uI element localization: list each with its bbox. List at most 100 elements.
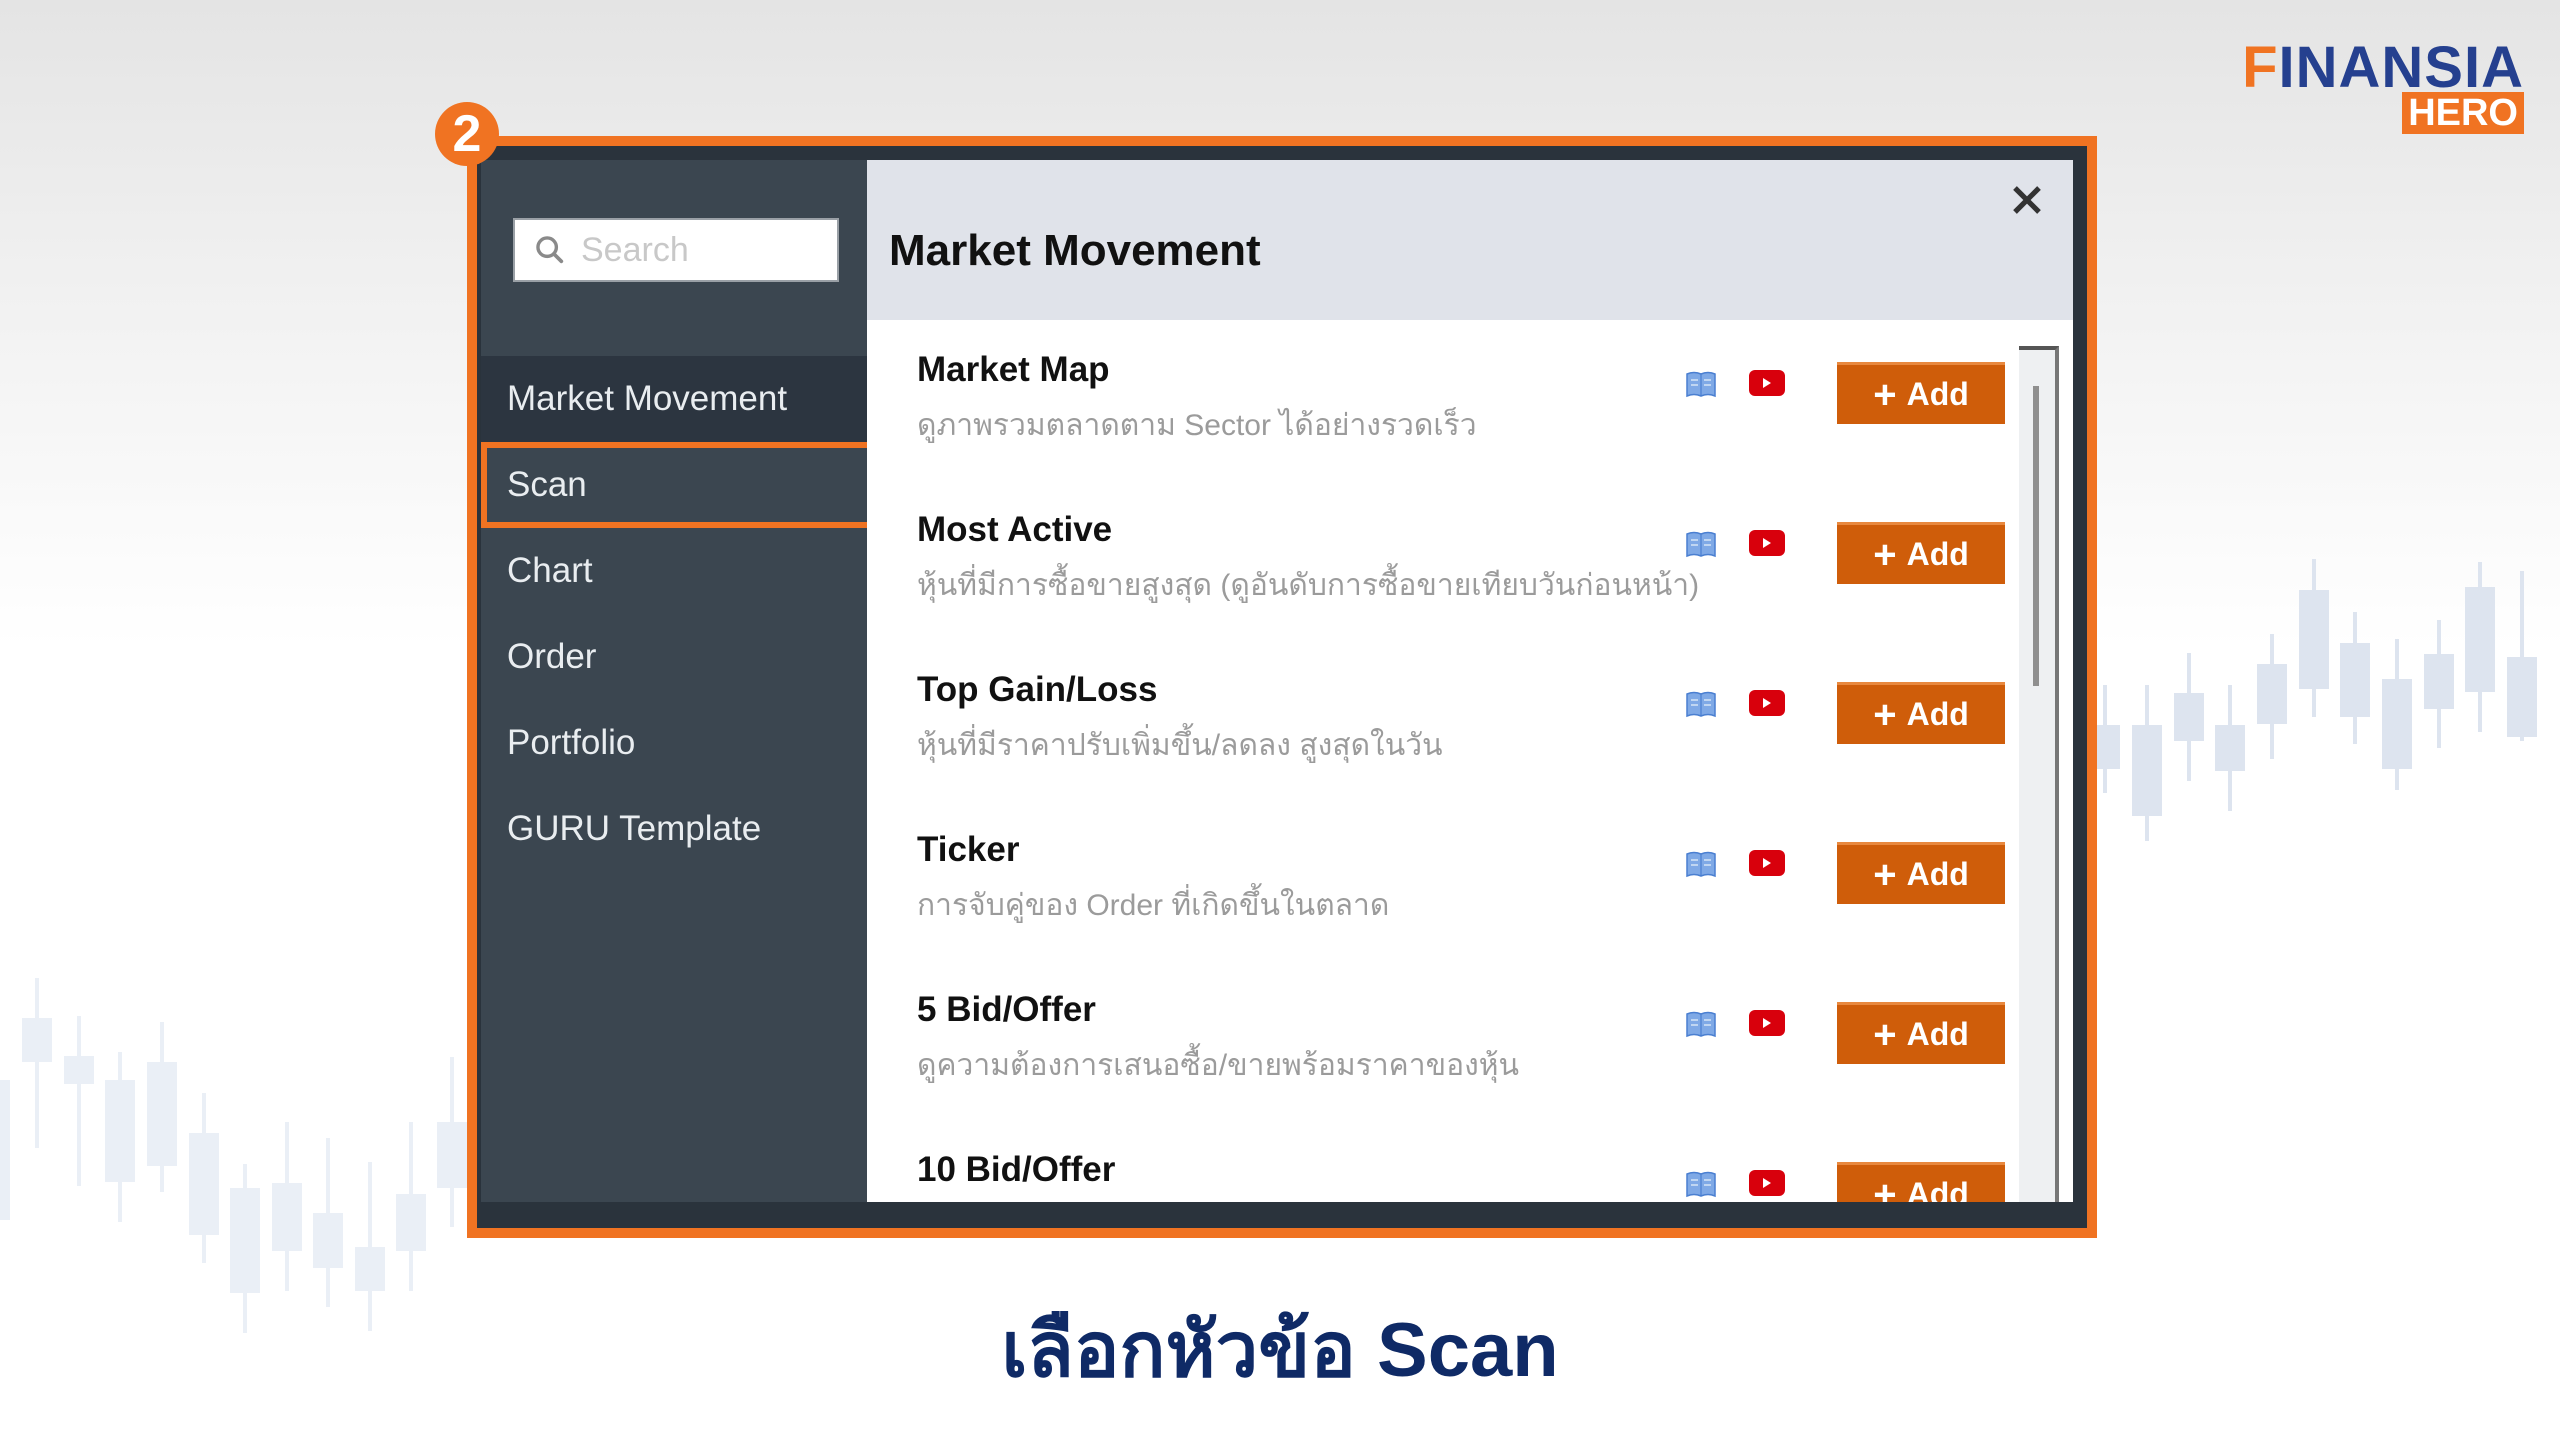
- sidebar-item-market-movement[interactable]: Market Movement: [481, 356, 867, 442]
- book-icon[interactable]: [1685, 370, 1717, 398]
- candle-body: [105, 1080, 135, 1182]
- scrollbar-thumb[interactable]: [2033, 386, 2039, 686]
- candle-wick: [160, 1022, 164, 1192]
- add-widget-button[interactable]: + Add: [1837, 1162, 2005, 1202]
- step-caption: เลือกหัวข้อ Scan: [1001, 1308, 1559, 1393]
- add-label: Add: [1906, 856, 1969, 892]
- panel-header: Market Movement: [867, 160, 2073, 320]
- plus-icon: +: [1873, 1012, 1897, 1057]
- widget-description: การจับคู่ของ Order ที่เกิดขึ้นในตลาด: [917, 889, 1390, 922]
- youtube-icon[interactable]: [1749, 530, 1785, 556]
- candle-body: [147, 1062, 177, 1166]
- widget-description: หุ้นที่มีการซื้อขายสูงสุด (ดูอันดับการซื…: [917, 569, 1700, 602]
- add-label: Add: [1906, 1176, 1969, 1202]
- candle-body: [313, 1213, 343, 1268]
- widget-name: Most Active: [917, 510, 1113, 549]
- candle-wick: [35, 978, 39, 1148]
- widget-description: หุ้นที่มีราคาปรับเพิ่มขึ้น/ลดลง สูงสุดใน…: [917, 729, 1443, 762]
- widget-name: Top Gain/Loss: [917, 670, 1158, 709]
- add-widget-button[interactable]: + Add: [1837, 1002, 2005, 1064]
- widget-name: 10 Bid/Offer: [917, 1150, 1116, 1189]
- decorative-candlesticks-right: [2090, 559, 2537, 841]
- widget-list-item: Most Active หุ้นที่มีการซื้อขายสูงสุด (ด…: [867, 480, 2013, 640]
- add-label: Add: [1906, 536, 1969, 572]
- candle-wick: [2395, 639, 2399, 790]
- add-label: Add: [1906, 696, 1969, 732]
- candle-wick: [326, 1138, 330, 1307]
- plus-icon: +: [1873, 1172, 1897, 1203]
- sidebar-item-scan[interactable]: Scan: [481, 442, 875, 528]
- youtube-icon[interactable]: [1749, 1010, 1785, 1036]
- candle-body: [2174, 693, 2204, 741]
- candle-body: [2465, 587, 2495, 692]
- list-scrollbar[interactable]: [2019, 346, 2059, 1202]
- sidebar-item-chart[interactable]: Chart: [481, 528, 867, 614]
- youtube-icon[interactable]: [1749, 1170, 1785, 1196]
- search-input[interactable]: [579, 229, 823, 271]
- candle-body: [22, 1018, 52, 1062]
- plus-icon: +: [1873, 692, 1897, 737]
- book-icon[interactable]: [1685, 850, 1717, 878]
- candle-wick: [2145, 685, 2149, 841]
- candle-body: [437, 1122, 467, 1188]
- logo-rest: INANSIA: [2278, 35, 2524, 100]
- sidebar-item-portfolio[interactable]: Portfolio: [481, 700, 867, 786]
- candle-body: [0, 1080, 10, 1220]
- logo-wordmark: FINANSIA: [2242, 36, 2524, 100]
- add-label: Add: [1906, 376, 1969, 412]
- widget-list-item: Ticker การจับคู่ของ Order ที่เกิดขึ้นในต…: [867, 800, 2013, 960]
- finansia-hero-logo: FINANSIA HERO: [2242, 36, 2524, 136]
- add-label: Add: [1906, 1016, 1969, 1052]
- candle-body: [230, 1188, 260, 1293]
- candle-body: [2382, 679, 2412, 769]
- sidebar-item-guru-template[interactable]: GURU Template: [481, 786, 867, 872]
- add-widget-button[interactable]: + Add: [1837, 842, 2005, 904]
- add-widget-button[interactable]: + Add: [1837, 522, 2005, 584]
- youtube-icon[interactable]: [1749, 370, 1785, 396]
- candle-body: [2132, 725, 2162, 816]
- candle-body: [2424, 654, 2454, 709]
- candle-wick: [2228, 685, 2232, 811]
- widget-description: ดูภาพรวมตลาดตาม Sector ได้อย่างรวดเร็ว: [917, 409, 1477, 442]
- highlight-frame: Market Movement Scan Chart Order Portfol…: [467, 136, 2097, 1238]
- widget-list-item: Top Gain/Loss หุ้นที่มีราคาปรับเพิ่มขึ้น…: [867, 640, 2013, 800]
- candle-body: [64, 1056, 94, 1084]
- plus-icon: +: [1873, 532, 1897, 577]
- youtube-icon[interactable]: [1749, 690, 1785, 716]
- candle-body: [2340, 643, 2370, 717]
- plus-icon: +: [1873, 372, 1897, 417]
- dialog-body: Market Movement Scan Chart Order Portfol…: [481, 160, 2073, 1202]
- candle-wick: [2187, 653, 2191, 781]
- youtube-icon[interactable]: [1749, 850, 1785, 876]
- candle-wick: [2520, 571, 2524, 741]
- candle-wick: [118, 1052, 122, 1222]
- candle-body: [2299, 590, 2329, 689]
- widget-list-panel: Market Movement Market Map ดูภาพรวมตลาดต…: [867, 160, 2073, 1202]
- candle-body: [355, 1247, 385, 1291]
- candle-body: [2215, 725, 2245, 771]
- widget-name: 5 Bid/Offer: [917, 990, 1096, 1029]
- widget-name: Market Map: [917, 350, 1110, 389]
- logo-f: F: [2242, 35, 2279, 100]
- search-field[interactable]: [513, 218, 839, 282]
- widget-list-item: Market Map ดูภาพรวมตลาดตาม Sector ได้อย่…: [867, 320, 2013, 480]
- candle-wick: [450, 1057, 454, 1227]
- panel-title: Market Movement: [889, 226, 1261, 275]
- book-icon[interactable]: [1685, 1010, 1717, 1038]
- book-icon[interactable]: [1685, 690, 1717, 718]
- candle-wick: [202, 1093, 206, 1263]
- candle-wick: [2103, 685, 2107, 793]
- category-list: Market Movement Scan Chart Order Portfol…: [481, 356, 875, 872]
- search-icon: [536, 236, 564, 264]
- book-icon[interactable]: [1685, 1170, 1717, 1198]
- candle-wick: [285, 1122, 289, 1291]
- sidebar-item-order[interactable]: Order: [481, 614, 867, 700]
- add-widget-button[interactable]: + Add: [1837, 362, 2005, 424]
- book-icon[interactable]: [1685, 530, 1717, 558]
- close-icon[interactable]: [2007, 180, 2047, 220]
- candle-wick: [2478, 562, 2482, 732]
- add-widget-button[interactable]: + Add: [1837, 682, 2005, 744]
- widget-list-item: 5 Bid/Offer ดูความต้องการเสนอซื้อ/ขายพร้…: [867, 960, 2013, 1120]
- candle-body: [2257, 664, 2287, 724]
- category-sidebar: Market Movement Scan Chart Order Portfol…: [481, 160, 875, 1202]
